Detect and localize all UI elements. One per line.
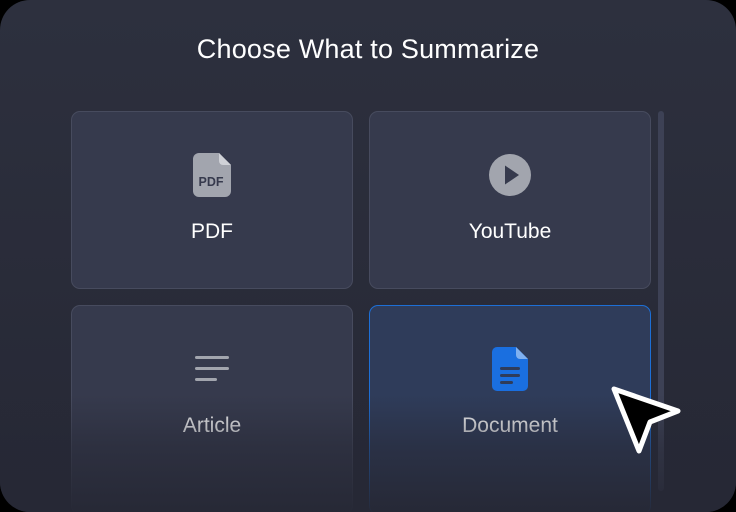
option-card-document[interactable]: Document [369,305,651,512]
play-circle-icon [370,152,650,198]
pdf-icon-text: PDF [199,175,224,189]
text-lines-icon [72,346,352,392]
option-label-youtube: YouTube [468,220,552,243]
dialog-title: Choose What to Summarize [196,34,540,64]
document-icon [370,346,650,392]
option-card-youtube[interactable]: YouTube [369,111,651,289]
summarize-dialog: Choose What to Summarize PDF PDF YouTube [0,0,736,512]
option-card-article[interactable]: Article [71,305,353,512]
pdf-file-icon: PDF [72,152,352,198]
option-label-document: Document [462,414,558,437]
option-card-pdf[interactable]: PDF PDF [71,111,353,289]
scrollbar[interactable] [658,111,664,491]
option-label-pdf: PDF [191,220,233,243]
option-label-article: Article [182,414,242,437]
